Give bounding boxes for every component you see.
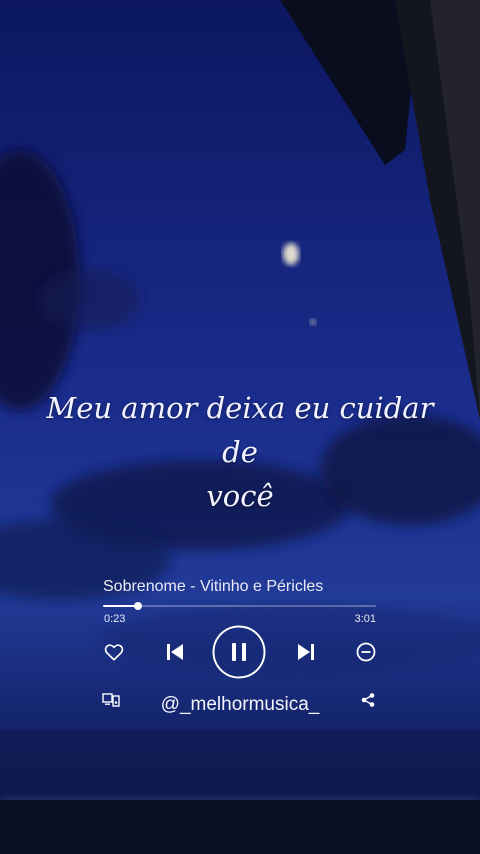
lyric-line-2: você bbox=[206, 479, 274, 513]
elapsed-time: 0:23 bbox=[104, 613, 126, 625]
hide-song-button[interactable] bbox=[353, 639, 379, 665]
next-button[interactable] bbox=[292, 638, 320, 666]
total-duration: 3:01 bbox=[354, 613, 376, 625]
progress-bar[interactable] bbox=[103, 602, 376, 610]
progress-handle[interactable] bbox=[133, 602, 142, 610]
previous-button[interactable] bbox=[161, 638, 189, 666]
skip-next-icon bbox=[298, 644, 314, 660]
share-button[interactable] bbox=[358, 690, 378, 710]
heart-icon bbox=[104, 644, 124, 661]
account-handle: @_melhormusica_ bbox=[160, 694, 320, 715]
lyric-text: Meu amor deixa eu cuidar de você bbox=[40, 386, 440, 518]
pause-button[interactable] bbox=[212, 625, 266, 679]
skip-previous-icon bbox=[167, 644, 183, 660]
like-button[interactable] bbox=[101, 640, 127, 664]
pause-icon bbox=[212, 625, 266, 679]
minus-circle-icon bbox=[356, 642, 376, 662]
progress-fill bbox=[103, 605, 138, 607]
share-icon bbox=[361, 693, 375, 707]
lyric-line-1: Meu amor deixa eu cuidar de bbox=[46, 391, 434, 469]
track-title: Sobrenome - Vitinho e Péricles bbox=[103, 578, 324, 595]
